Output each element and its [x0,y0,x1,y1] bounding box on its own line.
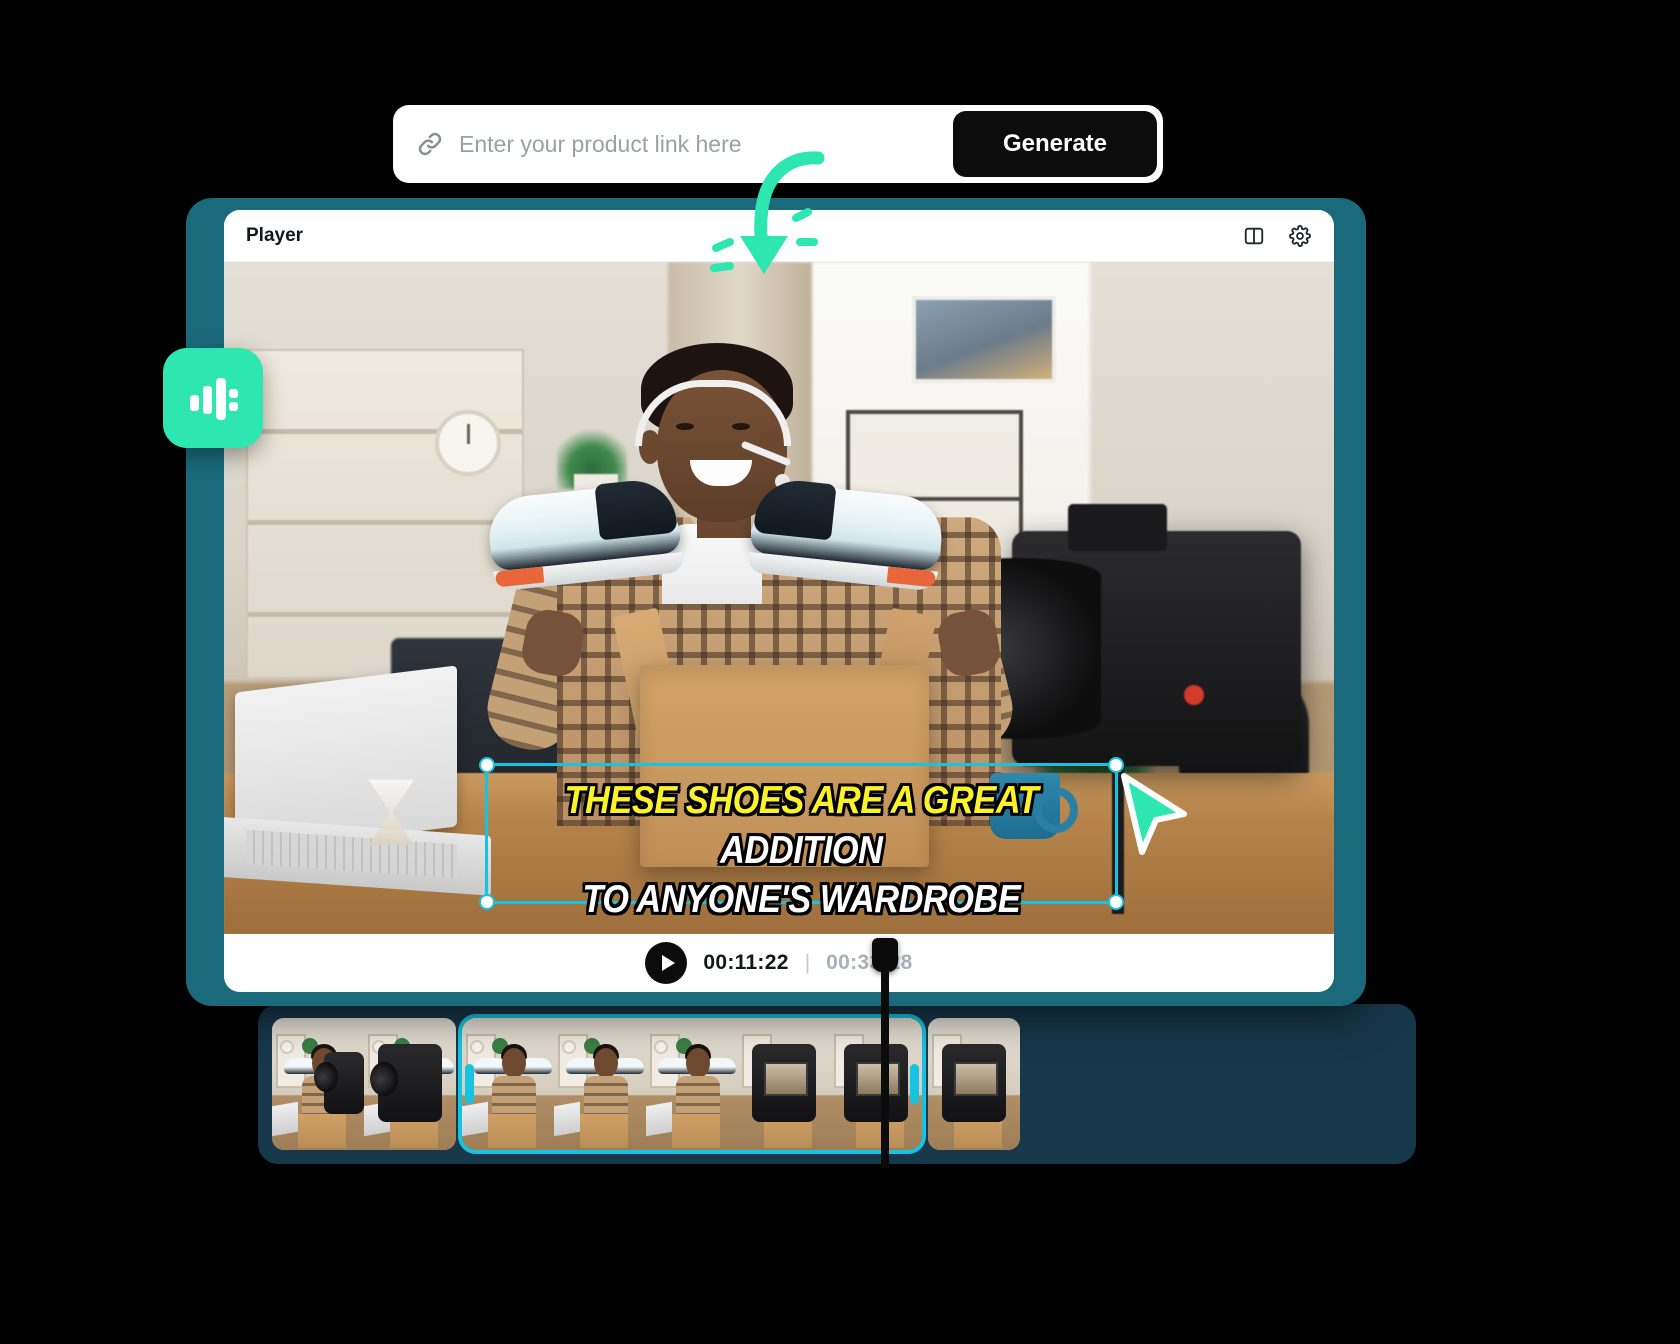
app-root: Generate [0,0,1680,1344]
clip-trim-handle-right[interactable] [910,1064,919,1104]
caption-highlight: THESE SHOES ARE A GREAT [564,778,1038,822]
playhead-stem [881,972,889,1168]
mouse-pointer-cursor [1118,772,1192,865]
timeline-panel[interactable] [258,1004,1416,1164]
total-time: 00:33:28 [826,951,913,974]
page-title: Player [246,224,304,246]
timeline-playhead[interactable] [872,938,898,1168]
clip-trim-handle-left[interactable] [465,1064,474,1104]
time-separator: | [804,951,811,974]
timeline-thumbnail[interactable] [738,1018,830,1150]
timeline-thumbnail[interactable] [554,1018,646,1150]
play-icon[interactable] [645,942,688,984]
caption-line-1-rest: ADDITION [720,828,883,872]
search-input[interactable] [445,130,953,158]
timeline-clip-3[interactable] [928,1018,1020,1150]
timeline-thumbnail[interactable] [364,1018,456,1150]
timeline-track[interactable] [272,1014,1402,1154]
player-window-frame: Player THESE SHOES ARE A GREAT ADDITION … [186,198,1366,1006]
timeline-thumbnail[interactable] [272,1018,364,1150]
timeline-thumbnail[interactable] [462,1018,554,1150]
generate-button[interactable]: Generate [953,111,1157,177]
player-header-tools [1242,224,1312,248]
caption-selection-box[interactable]: THESE SHOES ARE A GREAT ADDITION TO ANYO… [478,756,1124,921]
playhead-knob[interactable] [872,938,898,972]
timeline-thumbnail[interactable] [646,1018,738,1150]
timeline-clip-2-selected[interactable] [458,1014,926,1154]
caption-line-2: TO ANYONE'S WARDROBE [582,878,1021,922]
timeline-clip-1[interactable] [272,1018,456,1150]
link-icon [415,129,445,159]
player-window: Player THESE SHOES ARE A GREAT ADDITION … [224,210,1334,992]
audio-waveform-icon[interactable] [163,348,263,448]
split-view-icon[interactable] [1242,224,1266,248]
resize-handle-top-right[interactable] [1107,756,1124,773]
current-time: 00:11:22 [703,951,789,974]
playback-controls: 00:11:22 | 00:33:28 [224,934,1334,992]
timeline-thumbnail[interactable] [928,1018,1020,1150]
curved-down-arrow-annotation [700,150,860,290]
caption-line-1: THESE SHOES ARE A GREAT ADDITION [525,776,1076,876]
gear-icon[interactable] [1288,224,1312,248]
resize-handle-top-left[interactable] [478,756,495,773]
caption-text[interactable]: THESE SHOES ARE A GREAT ADDITION TO ANYO… [488,776,1115,926]
